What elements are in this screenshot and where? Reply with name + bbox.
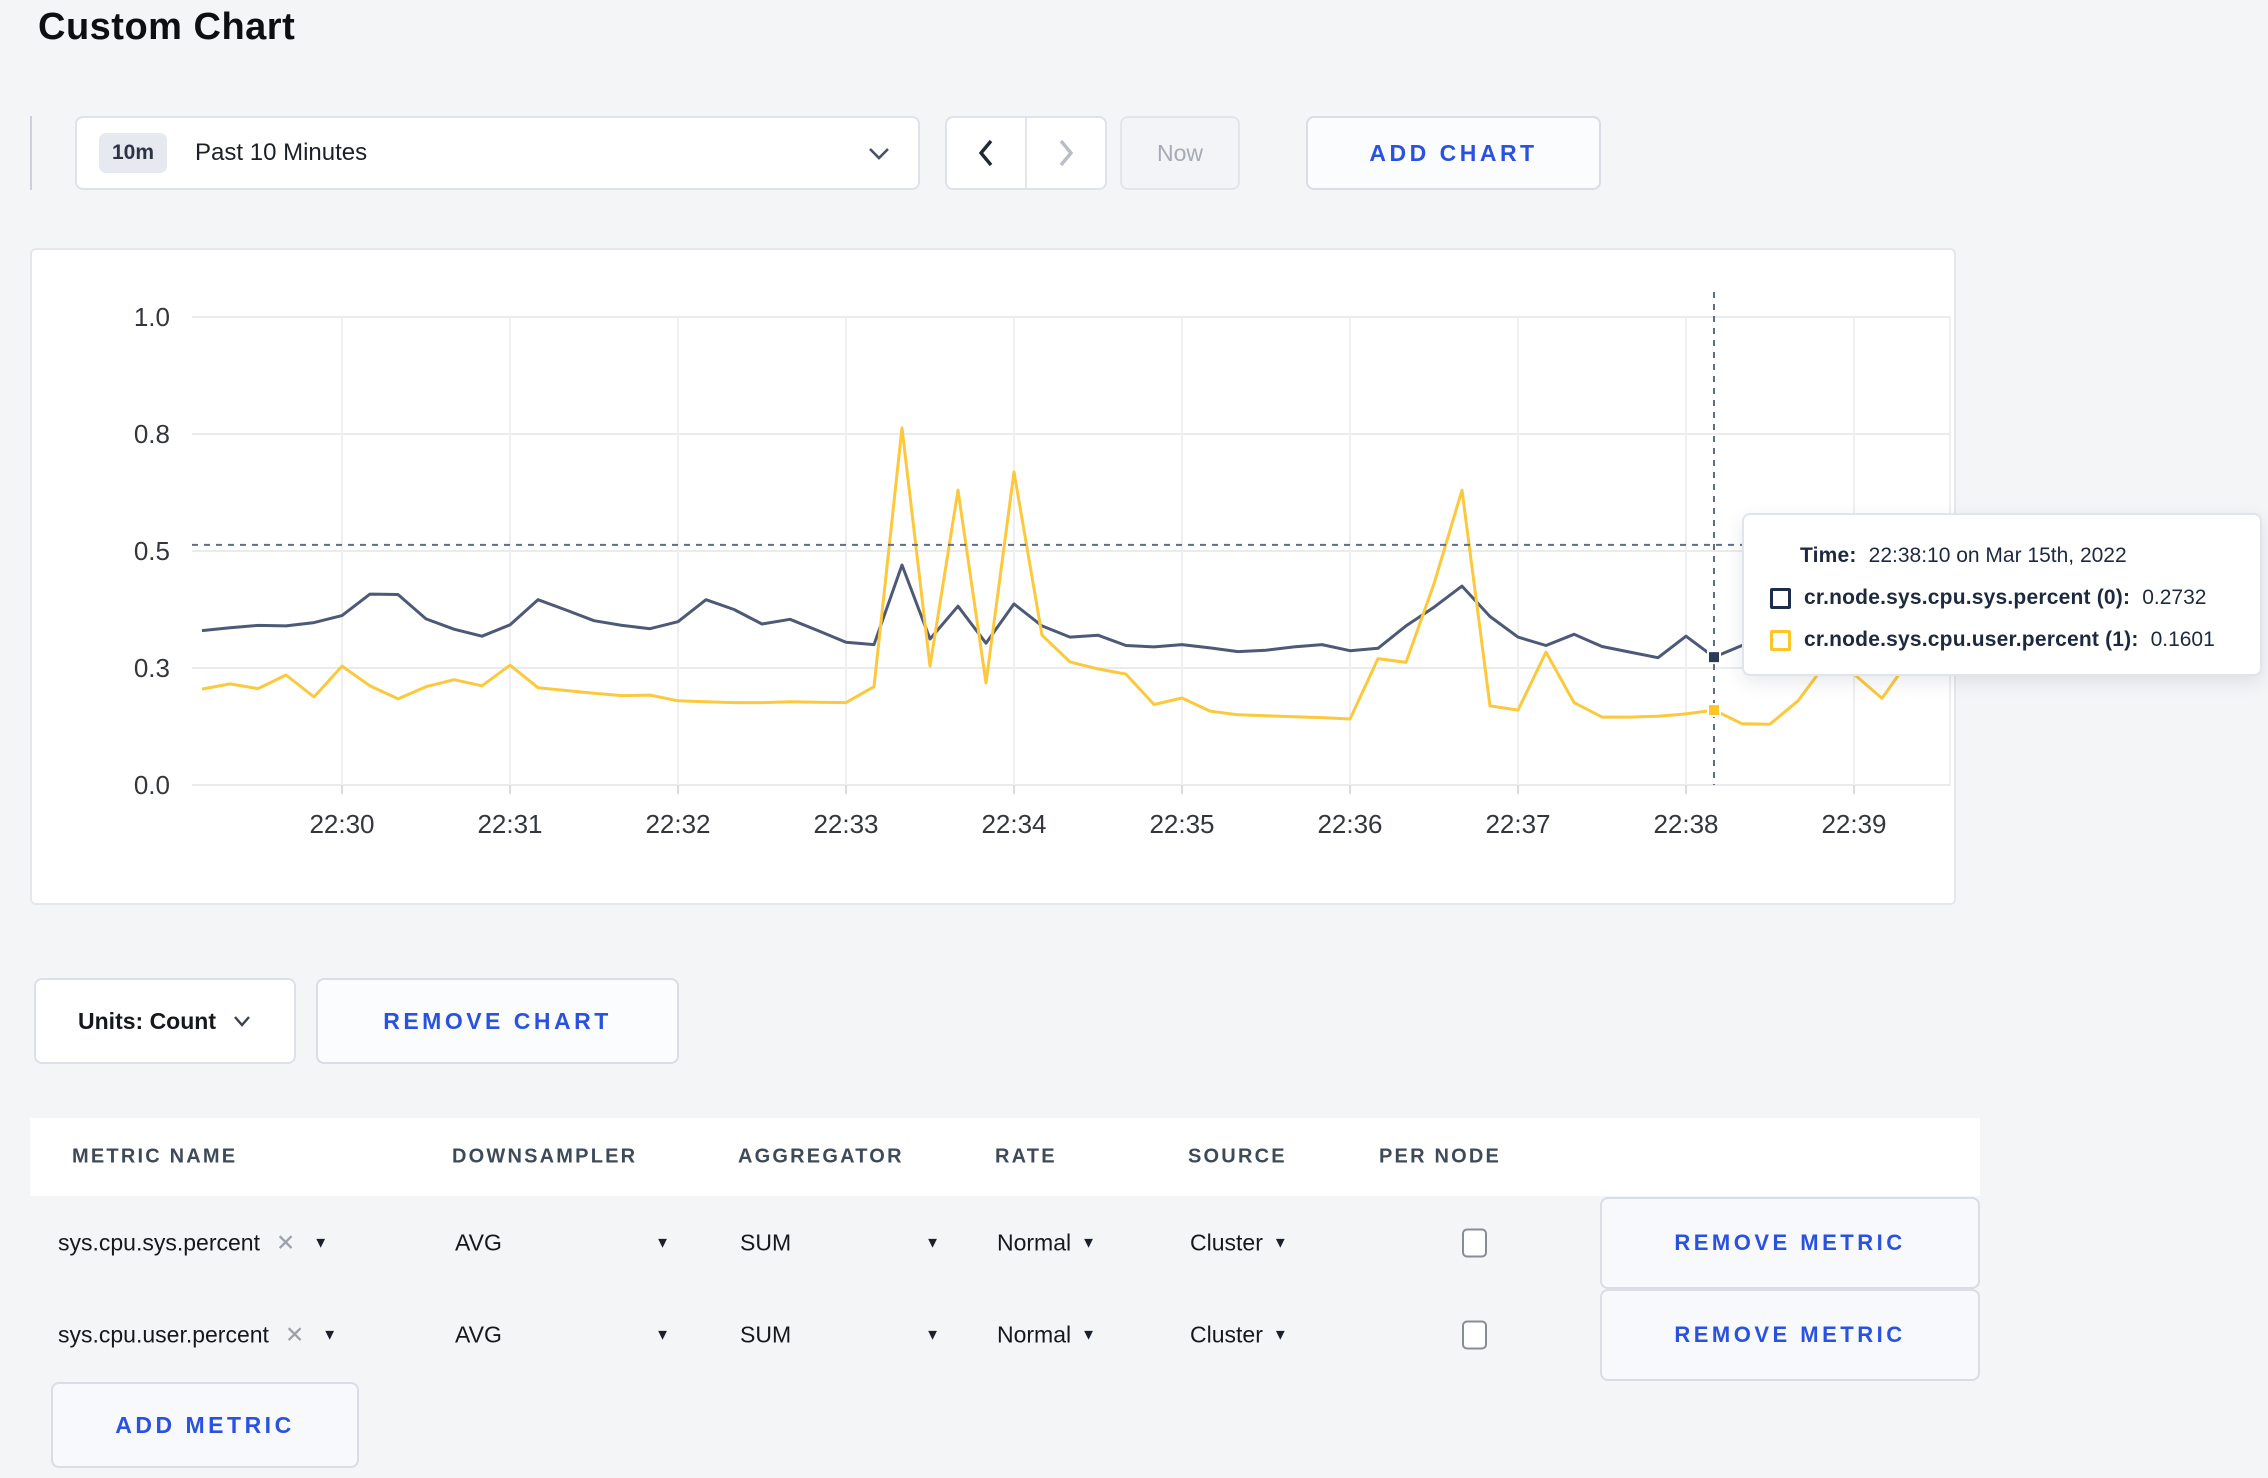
prev-interval-button[interactable] [947,118,1025,188]
metric-name: sys.cpu.sys.percent [58,1229,260,1256]
tooltip-series-label: cr.node.sys.cpu.user.percent (1): [1804,628,2139,651]
y-axis-tick-label: 1.0 [134,302,170,332]
tooltip-time-row: Time: 22:38:10 on Mar 15th, 2022 [1770,535,2234,577]
remove-metric-button[interactable]: REMOVE METRIC [1600,1289,1980,1381]
page-title: Custom Chart [38,6,296,48]
metric-row: sys.cpu.user.percent ✕ ▼ AVG ▼ SUM ▼ Nor… [30,1289,1980,1381]
x-axis-tick-label: 22:30 [309,809,374,839]
rate-value: Normal [997,1321,1072,1348]
per-node-checkbox[interactable] [1462,1228,1487,1258]
now-button[interactable]: Now [1120,116,1240,190]
time-range-dropdown[interactable]: 10m Past 10 Minutes [75,116,920,190]
source-value: Cluster [1190,1229,1263,1256]
rate-select[interactable]: Normal ▼ [997,1230,1096,1257]
chevron-down-icon [866,144,892,162]
time-window-label: Past 10 Minutes [195,139,368,166]
y-axis-tick-label: 0.3 [134,653,170,683]
source-select[interactable]: Cluster ▼ [1190,1322,1288,1349]
time-window-badge: 10m [99,133,168,173]
series-sys-swatch-icon [1770,587,1791,609]
hover-point-1 [1707,703,1721,718]
custom-chart-page: Custom Chart 10m Past 10 Minutes Now ADD… [0,0,2268,1478]
dropdown-caret-icon: ▼ [1081,1326,1096,1344]
x-axis-tick-label: 22:39 [1821,809,1886,839]
chevron-down-icon [234,1016,250,1027]
dropdown-caret-icon: ▼ [313,1234,329,1252]
aggregator-select[interactable]: SUM ▼ [740,1230,940,1257]
clear-metric-icon[interactable]: ✕ [285,1322,304,1349]
series-line-1 [201,426,1912,726]
metric-name-select[interactable]: sys.cpu.user.percent ✕ ▼ [58,1322,337,1349]
x-axis-tick-label: 22:36 [1317,809,1382,839]
x-axis-tick-label: 22:34 [981,809,1046,839]
x-axis-tick-label: 22:32 [645,809,710,839]
col-header-aggregator: AGGREGATOR [738,1145,904,1168]
downsampler-value: AVG [455,1229,502,1256]
remove-metric-button[interactable]: REMOVE METRIC [1600,1197,1980,1289]
col-header-metric-name: METRIC NAME [72,1145,238,1168]
aggregator-value: SUM [740,1229,792,1256]
col-header-rate: RATE [995,1145,1057,1168]
x-axis-tick-label: 22:35 [1149,809,1214,839]
source-select[interactable]: Cluster ▼ [1190,1230,1288,1257]
metric-name-select[interactable]: sys.cpu.sys.percent ✕ ▼ [58,1230,328,1257]
tooltip-series-row: cr.node.sys.cpu.user.percent (1): 0.1601 [1770,619,2234,661]
source-value: Cluster [1190,1321,1263,1348]
aggregator-select[interactable]: SUM ▼ [740,1322,940,1349]
dropdown-caret-icon: ▼ [1272,1234,1288,1252]
chevron-left-icon [978,139,993,167]
tooltip-time-label: Time: [1800,544,1857,567]
dropdown-caret-icon: ▼ [1272,1326,1288,1344]
next-interval-button[interactable] [1025,118,1105,188]
units-label: Units: Count [78,1007,216,1034]
dropdown-caret-icon: ▼ [925,1234,940,1252]
dropdown-caret-icon: ▼ [925,1326,940,1344]
line-chart[interactable]: 0.0 0.3 0.5 0.8 1.0 22:30 22:31 22:32 22:33 22:34… [32,250,1958,907]
y-axis-tick-label: 0.0 [134,770,170,800]
x-axis-tick-label: 22:31 [477,809,542,839]
toolbar-divider [30,116,32,190]
col-header-source: SOURCE [1188,1145,1287,1168]
metric-row: sys.cpu.sys.percent ✕ ▼ AVG ▼ SUM ▼ Norm… [30,1197,1980,1289]
tooltip-series-label: cr.node.sys.cpu.sys.percent (0): [1804,586,2131,609]
chevron-right-icon [1059,139,1074,167]
x-axis-tick-label: 22:38 [1653,809,1718,839]
x-axis-tick-label: 22:37 [1485,809,1550,839]
downsampler-select[interactable]: AVG ▼ [455,1230,670,1257]
y-axis-tick-label: 0.8 [134,419,170,449]
add-chart-button[interactable]: ADD CHART [1306,116,1601,190]
col-header-downsampler: DOWNSAMPLER [452,1145,638,1168]
tooltip-time-value: 22:38:10 on Mar 15th, 2022 [1868,544,2127,567]
chart-card: 0.0 0.3 0.5 0.8 1.0 22:30 22:31 22:32 22:33 22:34… [30,248,1956,905]
add-metric-button[interactable]: ADD METRIC [51,1382,359,1468]
downsampler-select[interactable]: AVG ▼ [455,1322,670,1349]
chart-tooltip: Time: 22:38:10 on Mar 15th, 2022 cr.node… [1742,513,2262,676]
metrics-table-header: METRIC NAME DOWNSAMPLER AGGREGATOR RATE … [30,1118,1980,1196]
series-line-0 [201,563,1911,660]
aggregator-value: SUM [740,1321,792,1348]
tooltip-series-value: 0.1601 [2150,628,2215,651]
remove-chart-button[interactable]: REMOVE CHART [316,978,679,1064]
x-axis-tick-label: 22:33 [813,809,878,839]
metric-name: sys.cpu.user.percent [58,1321,269,1348]
dropdown-caret-icon: ▼ [655,1326,670,1344]
hover-point-0 [1707,650,1721,665]
clear-metric-icon[interactable]: ✕ [276,1230,295,1257]
dropdown-caret-icon: ▼ [322,1326,338,1344]
time-pager [945,116,1107,190]
dropdown-caret-icon: ▼ [1081,1234,1096,1252]
rate-value: Normal [997,1229,1072,1256]
col-header-per-node: PER NODE [1379,1145,1502,1168]
tooltip-series-value: 0.2732 [2142,586,2207,609]
series-user-swatch-icon [1770,629,1791,651]
dropdown-caret-icon: ▼ [655,1234,670,1252]
tooltip-series-row: cr.node.sys.cpu.sys.percent (0): 0.2732 [1770,577,2234,619]
per-node-checkbox[interactable] [1462,1320,1487,1350]
y-axis-tick-label: 0.5 [134,536,170,566]
downsampler-value: AVG [455,1321,502,1348]
rate-select[interactable]: Normal ▼ [997,1322,1096,1349]
units-dropdown[interactable]: Units: Count [34,978,296,1064]
